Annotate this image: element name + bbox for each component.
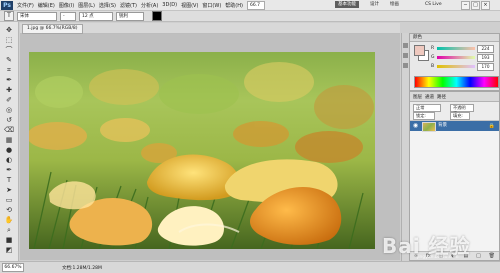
- status-bar: 66.67% 文档:1.28M/1.28M: [0, 261, 500, 273]
- panel-strip-icon[interactable]: [403, 63, 408, 68]
- pen-tool-icon[interactable]: ✒: [2, 166, 16, 175]
- menu-view[interactable]: 视图(V): [181, 2, 198, 9]
- status-zoom-field[interactable]: 66.67%: [2, 263, 24, 272]
- green-slider[interactable]: [437, 56, 475, 59]
- menu-select[interactable]: 选择(S): [99, 2, 116, 9]
- path-select-tool-icon[interactable]: ➤: [2, 186, 16, 195]
- history-brush-tool-icon[interactable]: ↺: [2, 116, 16, 125]
- menu-analysis[interactable]: 分析(A): [141, 2, 158, 9]
- anti-alias-field[interactable]: 锐利: [116, 11, 144, 21]
- new-layer-icon[interactable]: □: [476, 253, 481, 259]
- tab-channels[interactable]: 通道: [425, 94, 434, 100]
- brush-tool-icon[interactable]: ✐: [2, 96, 16, 105]
- opacity-label: 不透明度:: [450, 104, 474, 116]
- quick-select-tool-icon[interactable]: ✎: [2, 56, 16, 65]
- blue-slider[interactable]: [437, 65, 475, 68]
- document-tab-bar: 1.jpg @ 66.7%(RGB/8): [20, 23, 400, 34]
- eye-icon[interactable]: ◉: [412, 122, 419, 129]
- color-panel-title: 颜色: [410, 34, 499, 42]
- fill-label: 填充:: [450, 112, 470, 120]
- workspace-painting-link[interactable]: 绘画: [390, 1, 399, 8]
- menu-edit[interactable]: 编辑(E): [38, 2, 55, 9]
- baidu-watermark-url: jingyan.baidu.com: [417, 255, 459, 260]
- foreground-background-icon[interactable]: ■: [2, 236, 16, 245]
- blue-slider-row: B 170: [431, 63, 497, 71]
- blend-mode-select[interactable]: 正常: [413, 104, 441, 112]
- font-style-field[interactable]: -: [60, 11, 76, 21]
- tab-layers[interactable]: 图层: [413, 94, 422, 100]
- maximize-button[interactable]: □: [471, 1, 480, 10]
- blur-tool-icon[interactable]: ●: [2, 146, 16, 155]
- green-label: G: [431, 55, 435, 60]
- lock-icon: 🔒: [488, 123, 495, 129]
- lasso-tool-icon[interactable]: ⌒: [2, 46, 16, 55]
- type-tool-icon[interactable]: T: [2, 176, 16, 185]
- red-label: R: [431, 46, 435, 51]
- panel-strip-icon[interactable]: [403, 43, 408, 48]
- red-slider-row: R 224: [431, 45, 497, 53]
- text-color-swatch[interactable]: [152, 11, 162, 21]
- menu-3d[interactable]: 3D(D): [162, 2, 177, 8]
- zoom-field[interactable]: 66.7: [246, 0, 265, 10]
- photoshop-logo: Ps: [1, 0, 13, 10]
- dodge-tool-icon[interactable]: ◐: [2, 156, 16, 165]
- menu-filter[interactable]: 滤镜(T): [120, 2, 137, 9]
- shape-tool-icon[interactable]: ▭: [2, 196, 16, 205]
- canvas-area: [20, 34, 400, 260]
- autumn-leaves-photo: [29, 52, 375, 249]
- photo-canvas[interactable]: [29, 52, 375, 249]
- toolbox: ✥ ⬚ ⌒ ✎ ⌗ ✒ ✚ ✐ ◎ ↺ ⌫ ▦ ● ◐ ✒ T ➤ ▭ ⟲ ✋ ⌕ ■ ◩: [0, 22, 19, 266]
- type-options-icon[interactable]: T: [4, 11, 14, 21]
- layer-name: 背景: [438, 123, 447, 128]
- layer-thumbnail: [422, 122, 436, 132]
- clone-stamp-tool-icon[interactable]: ◎: [2, 106, 16, 115]
- menu-window[interactable]: 窗口(W): [202, 2, 221, 9]
- zoom-tool-icon[interactable]: ⌕: [2, 226, 16, 235]
- menu-help[interactable]: 帮助(H): [225, 2, 243, 9]
- menu-image[interactable]: 图像(I): [59, 2, 74, 9]
- foreground-color-swatch[interactable]: [414, 45, 425, 56]
- workspace-essentials-button[interactable]: 基本功能: [335, 1, 359, 8]
- font-size-field[interactable]: 12 点: [79, 11, 113, 21]
- minimize-button[interactable]: −: [461, 1, 470, 10]
- red-value-field[interactable]: 224: [477, 45, 494, 53]
- menu-file[interactable]: 文件(F): [17, 2, 34, 9]
- document-tab[interactable]: 1.jpg @ 66.7%(RGB/8): [22, 24, 83, 34]
- layers-controls: 正常 不透明度: 锁定: 填充:: [410, 102, 499, 121]
- red-slider[interactable]: [437, 47, 475, 50]
- color-panel: 颜色 R 224 G 193 B 170: [409, 33, 500, 91]
- eyedropper-tool-icon[interactable]: ✒: [2, 76, 16, 85]
- hand-tool-icon[interactable]: ✋: [2, 216, 16, 225]
- color-spectrum[interactable]: [414, 76, 499, 88]
- options-bar: T 宋体 - 12 点 锐利: [0, 11, 500, 22]
- tab-paths[interactable]: 路径: [437, 94, 446, 100]
- document-size-status: 文档:1.28M/1.28M: [62, 265, 102, 271]
- marquee-tool-icon[interactable]: ⬚: [2, 36, 16, 45]
- workspace-design-link[interactable]: 设计: [370, 1, 379, 8]
- menu-layer[interactable]: 图层(L): [78, 2, 95, 9]
- blue-label: B: [431, 64, 435, 69]
- layers-tabs: 图层 通道 路径: [410, 92, 499, 102]
- move-tool-icon[interactable]: ✥: [2, 26, 16, 35]
- layer-row-background[interactable]: ◉ 背景 🔒: [410, 121, 499, 132]
- eraser-tool-icon[interactable]: ⌫: [2, 126, 16, 135]
- 3d-rotate-tool-icon[interactable]: ⟲: [2, 206, 16, 215]
- green-slider-row: G 193: [431, 54, 497, 62]
- gradient-tool-icon[interactable]: ▦: [2, 136, 16, 145]
- trash-icon[interactable]: 🗑: [489, 253, 495, 259]
- blue-value-field[interactable]: 170: [477, 63, 494, 71]
- menu-bar: Ps 文件(F) 编辑(E) 图像(I) 图层(L) 选择(S) 滤镜(T) 分…: [0, 0, 500, 11]
- quick-mask-icon[interactable]: ◩: [2, 246, 16, 255]
- green-value-field[interactable]: 193: [477, 54, 494, 62]
- crop-tool-icon[interactable]: ⌗: [2, 66, 16, 75]
- cs-live-button[interactable]: CS Live: [425, 1, 442, 8]
- lock-label: 锁定:: [413, 112, 435, 120]
- panel-strip-icon[interactable]: [403, 53, 408, 58]
- healing-brush-tool-icon[interactable]: ✚: [2, 86, 16, 95]
- font-family-field[interactable]: 宋体: [17, 11, 57, 21]
- close-button[interactable]: ×: [481, 1, 490, 10]
